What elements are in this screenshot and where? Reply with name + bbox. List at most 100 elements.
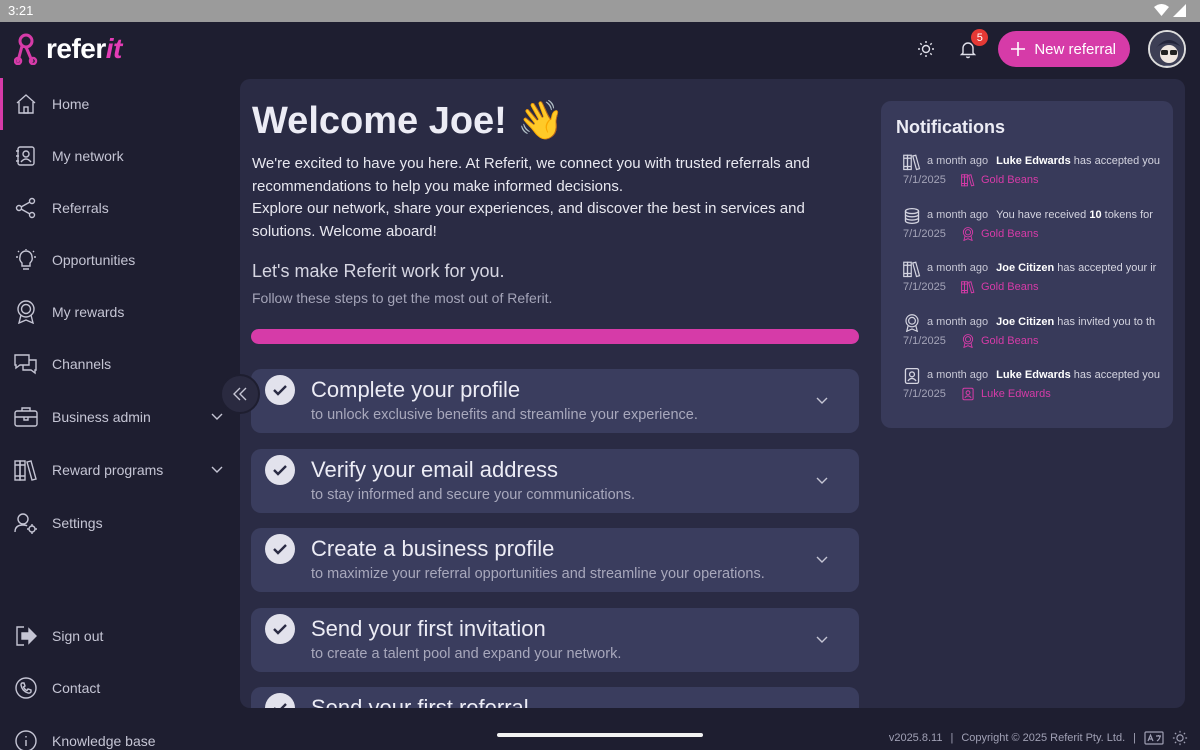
step-description: to maximize your referral opportunities … (311, 566, 765, 582)
notification-source-link[interactable]: Gold Beans (981, 281, 1038, 293)
notification-date: 7/1/2025 (903, 281, 946, 294)
sidebar-item-contact[interactable]: Contact (0, 662, 236, 714)
user-settings-icon (14, 511, 38, 535)
notification-actor: Luke Edwards (996, 369, 1071, 382)
notification-count-badge: 5 (971, 29, 989, 46)
award-icon (903, 313, 921, 333)
notification-message: a month ago Joe Citizen has accepted your… (927, 262, 1173, 274)
referit-logo[interactable]: referit (14, 32, 122, 66)
chevron-down-icon (211, 466, 223, 473)
award-icon (14, 300, 38, 324)
books-icon (14, 458, 38, 482)
sidebar-item-sign-out[interactable]: Sign out (0, 610, 236, 662)
books-icon (961, 280, 975, 294)
check-circle-icon (265, 455, 295, 485)
sidebar-item-label: My network (52, 148, 124, 164)
new-referral-button[interactable]: New referral (998, 31, 1130, 67)
theme-toggle-button[interactable] (914, 37, 938, 61)
sidebar-item-label: Channels (52, 356, 112, 372)
sidebar-nav: Home My network Referrals Opportunities … (0, 78, 236, 750)
new-referral-label: New referral (1034, 40, 1116, 58)
lightbulb-icon (14, 248, 38, 272)
sun-icon (918, 41, 935, 57)
notification-source-link[interactable]: Gold Beans (981, 174, 1038, 186)
sidebar-item-label: Knowledge base (52, 733, 156, 749)
notification-source-link[interactable]: Gold Beans (981, 335, 1038, 347)
step-verify-email[interactable]: Verify your email address to stay inform… (251, 449, 859, 513)
check-circle-icon (265, 534, 295, 564)
notification-time: a month ago (927, 208, 989, 221)
books-icon (903, 260, 921, 278)
sign-out-icon (14, 624, 38, 648)
notification-time: a month ago (927, 315, 989, 328)
books-icon (961, 173, 975, 187)
home-icon (14, 92, 38, 116)
sun-icon[interactable] (1172, 730, 1188, 746)
notification-source-link[interactable]: Luke Edwards (981, 388, 1051, 400)
notification-time: a month ago (927, 155, 989, 167)
welcome-intro: We're excited to have you here. At Refer… (252, 155, 810, 240)
footer: v2025.8.11 | Copyright © 2025 Referit Pt… (889, 730, 1188, 746)
step-description: to unlock exclusive benefits and streaml… (311, 407, 698, 423)
chevron-down-icon (816, 477, 828, 484)
chevron-down-icon (816, 636, 828, 643)
sidebar-item-channels[interactable]: Channels (0, 338, 236, 390)
notification-text: has accepted you (1070, 155, 1161, 167)
step-title: Create a business profile (311, 536, 555, 561)
check-circle-icon (265, 693, 295, 708)
step-complete-profile[interactable]: Complete your profile to unlock exclusiv… (251, 369, 859, 433)
notification-item[interactable]: a month ago Joe Citizen has accepted your… (903, 260, 1173, 304)
collapse-sidebar-button[interactable] (220, 374, 260, 414)
sidebar-item-knowledge-base[interactable]: Knowledge base (0, 715, 236, 750)
notification-item[interactable]: a month ago Luke Edwards has accepted you… (903, 367, 1173, 411)
sidebar-item-label: Referrals (52, 200, 109, 216)
notification-item[interactable]: a month ago You have received 10 tokens f… (903, 207, 1173, 251)
notification-text: You have received 10 tokens for (996, 208, 1153, 221)
translate-icon[interactable] (1144, 731, 1164, 745)
copyright-text: Copyright © 2025 Referit Pty. Ltd. (961, 732, 1126, 744)
chevron-down-icon (211, 413, 223, 420)
contacts-icon (14, 144, 38, 168)
step-send-first-invitation[interactable]: Send your first invitation to create a t… (251, 608, 859, 672)
notification-message: a month ago Joe Citizen has invited you t… (927, 316, 1173, 328)
sidebar-item-label: My rewards (52, 304, 125, 320)
award-icon (961, 333, 975, 349)
notification-item[interactable]: a month ago Luke Edwards has accepted you… (903, 153, 1173, 197)
sidebar-item-my-network[interactable]: My network (0, 130, 236, 182)
sidebar-item-business-admin[interactable]: Business admin (0, 391, 236, 443)
notification-actor: Joe Citizen (996, 262, 1055, 275)
step-title: Send your first invitation (311, 616, 546, 641)
chat-icon (14, 352, 38, 376)
sidebar-item-home[interactable]: Home (0, 78, 236, 130)
step-send-first-referral[interactable]: Send your first referral (251, 687, 859, 708)
step-create-business-profile[interactable]: Create a business profile to maximize yo… (251, 528, 859, 592)
app-version: v2025.8.11 (888, 732, 943, 744)
contacts-icon (903, 367, 921, 385)
notification-date: 7/1/2025 (903, 227, 946, 240)
sidebar-item-label: Contact (52, 680, 101, 696)
cellular-icon (1173, 4, 1186, 17)
chevron-down-icon (816, 556, 828, 563)
gesture-home-bar[interactable] (497, 733, 703, 737)
notification-time: a month ago (927, 369, 989, 382)
notification-message: a month ago Luke Edwards has accepted you (927, 155, 1173, 167)
notifications-panel: Notifications a month ago Luke Edwards ha… (881, 101, 1173, 428)
award-icon (961, 226, 975, 241)
books-icon (903, 153, 921, 171)
check-circle-icon (265, 375, 295, 405)
wifi-icon (1154, 4, 1169, 16)
brand-name: referit (46, 33, 122, 64)
notification-item[interactable]: a month ago Joe Citizen has invited you t… (903, 313, 1173, 358)
notification-message: a month ago You have received 10 tokens f… (927, 209, 1173, 221)
sidebar-item-label: Sign out (52, 628, 104, 644)
notification-source-link[interactable]: Gold Beans (981, 228, 1038, 240)
sidebar-item-opportunities[interactable]: Opportunities (0, 234, 236, 286)
notifications-button[interactable]: 5 (956, 29, 989, 61)
sidebar-item-reward-programs[interactable]: Reward programs (0, 444, 236, 496)
sidebar-item-my-rewards[interactable]: My rewards (0, 286, 236, 338)
user-avatar[interactable] (1148, 30, 1186, 68)
sidebar-item-settings[interactable]: Settings (0, 497, 236, 549)
sidebar-item-label: Settings (52, 515, 103, 531)
step-title: Send your first referral (311, 695, 529, 708)
sidebar-item-referrals[interactable]: Referrals (0, 182, 236, 234)
